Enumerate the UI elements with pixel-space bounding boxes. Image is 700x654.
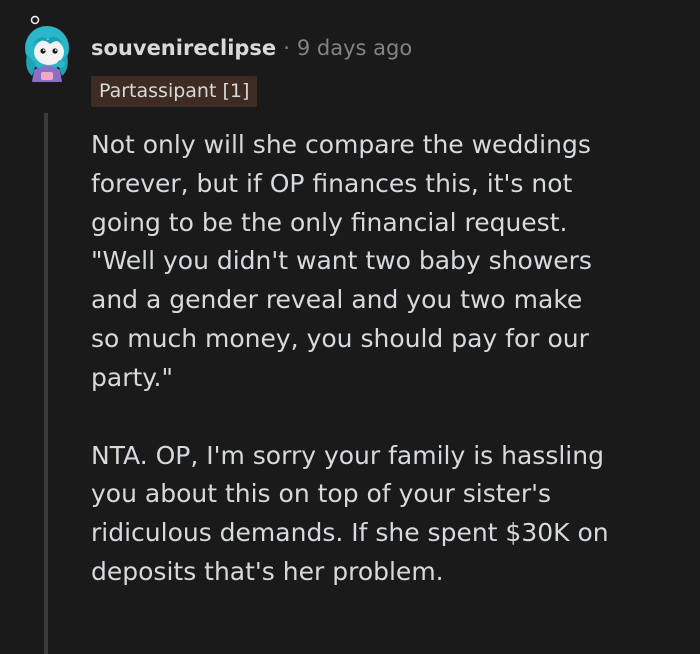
user-flair: Partassipant [1] xyxy=(91,76,258,107)
comment-text-line: NTA. OP, I'm sorry your family is hassli… xyxy=(91,440,604,470)
comment-text-line: Not only will she compare the weddings xyxy=(91,130,591,159)
comment-text-line: you about this on top of your sister's xyxy=(91,479,552,509)
meta-separator: · xyxy=(283,36,290,60)
thread-line[interactable] xyxy=(44,113,48,654)
comment-text-line: "Well you didn't want two baby showers xyxy=(91,246,592,276)
comment-text-line: ridiculous demands. If she spent $30K on xyxy=(91,518,609,548)
comment-text-line: going to be the only financial request. xyxy=(91,207,568,237)
comment-text-line: deposits that's her problem. xyxy=(91,556,444,586)
comment-text-line: forever, but if OP finances this, it's n… xyxy=(91,168,573,198)
comment-text-line: so much money, you should pay for our xyxy=(91,323,589,353)
timestamp[interactable]: 9 days ago xyxy=(297,36,412,60)
username-link[interactable]: souvenireclipse xyxy=(91,36,276,60)
avatar[interactable] xyxy=(14,14,80,84)
comment-text-line: party." xyxy=(91,362,173,392)
comment-header: souvenireclipse · 9 days ago xyxy=(91,33,412,63)
comment: souvenireclipse · 9 days ago Partassipan… xyxy=(0,0,700,654)
comment-text-line: and a gender reveal and you two make xyxy=(91,285,583,315)
comment-body: Not only will she compare the weddings f… xyxy=(91,126,691,592)
avatar-icon xyxy=(25,15,69,82)
